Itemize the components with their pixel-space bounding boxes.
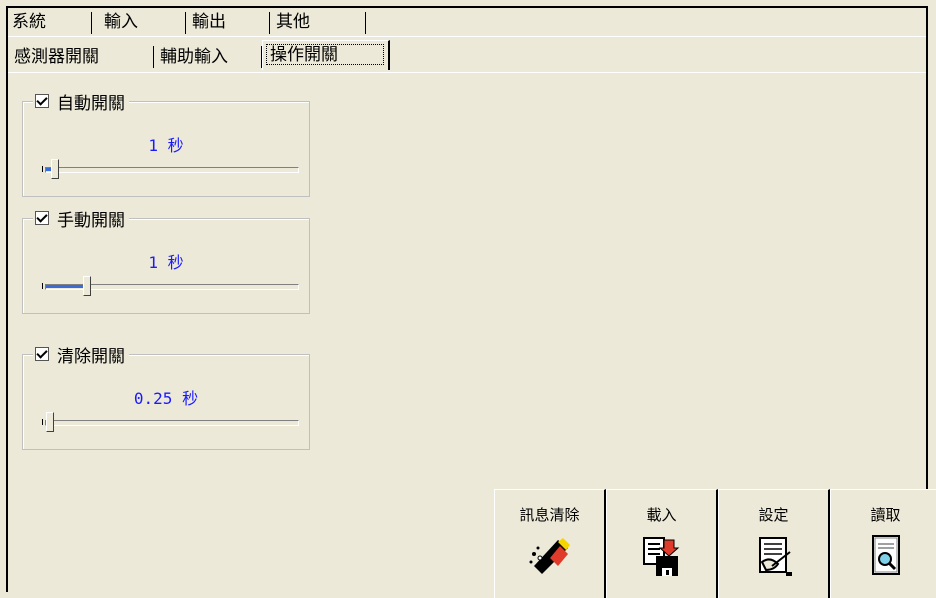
clear-switch-checkbox[interactable]: [35, 347, 49, 361]
eraser-icon: [529, 538, 570, 574]
clear-switch-header[interactable]: 清除開關: [33, 342, 129, 367]
subtab-operation-switch[interactable]: 操作開關: [262, 40, 390, 70]
clear-messages-button[interactable]: 訊息清除: [494, 489, 606, 598]
subtab-sensor-switch-label: 感測器開關: [14, 47, 99, 67]
manual-switch-label: 手動開關: [57, 210, 125, 231]
settings-label: 設定: [758, 506, 789, 524]
clear-messages-label: 訊息清除: [519, 506, 580, 524]
manual-switch-slider-fill: [46, 285, 83, 288]
manual-switch-slider-track[interactable]: [42, 276, 299, 296]
auto-switch-header[interactable]: 自動開關: [33, 89, 129, 114]
tab-strip-underline: [8, 36, 926, 37]
tab-system-label: 系統: [12, 12, 46, 32]
main-tab-strip: 系統 輸入 輸出 其他: [8, 8, 926, 36]
tab-divider: [365, 12, 366, 34]
manual-switch-value: 1 秒: [148, 253, 184, 272]
tab-output[interactable]: 輸出: [188, 8, 270, 36]
tab-other[interactable]: 其他: [272, 8, 366, 36]
tab-divider: [269, 12, 270, 34]
app-window: 系統 輸入 輸出 其他 感測器開關 輔助輸入 操作開關 自動開關 1 秒 手動開…: [6, 6, 936, 598]
focus-rectangle: [266, 44, 384, 65]
slider-tick: [42, 419, 43, 425]
clear-switch-label: 清除開關: [57, 346, 125, 367]
group-manual-switch: 手動開關 1 秒: [22, 206, 310, 314]
write-document-icon: [758, 537, 792, 576]
read-document-icon: [871, 535, 900, 575]
clear-switch-value: 0.25 秒: [133, 389, 199, 408]
tab-output-label: 輸出: [192, 12, 226, 32]
group-auto-switch: 自動開關 1 秒: [22, 89, 310, 197]
auto-switch-slider-track[interactable]: [42, 159, 299, 179]
tab-other-label: 其他: [276, 12, 310, 32]
auto-switch-checkbox[interactable]: [35, 94, 49, 108]
auto-switch-label: 自動開關: [57, 93, 125, 114]
group-clear-switch: 清除開關 0.25 秒: [22, 342, 310, 450]
slider-tick: [42, 283, 43, 289]
sub-tab-strip: 感測器開關 輔助輸入 操作開關: [8, 40, 926, 72]
load-label: 載入: [646, 506, 677, 524]
manual-switch-header[interactable]: 手動開關: [33, 206, 129, 231]
subtab-sensor-switch[interactable]: 感測器開關: [14, 44, 154, 70]
read-label: 讀取: [870, 506, 901, 524]
auto-switch-slider-thumb[interactable]: [51, 159, 59, 179]
tab-divider: [153, 46, 154, 68]
load-button[interactable]: 載入: [606, 489, 718, 598]
tab-divider: [185, 12, 186, 34]
tab-system[interactable]: 系統: [12, 8, 92, 36]
manual-switch-checkbox[interactable]: [35, 211, 49, 225]
read-button[interactable]: 讀取: [830, 489, 936, 598]
clear-switch-slider-thumb[interactable]: [46, 412, 54, 432]
slider-tick: [42, 166, 43, 172]
clear-switch-slider-track[interactable]: [42, 412, 299, 432]
tab-input[interactable]: 輸入: [92, 8, 186, 36]
auto-switch-value: 1 秒: [148, 136, 184, 155]
tab-input-label: 輸入: [104, 12, 138, 32]
settings-button[interactable]: 設定: [718, 489, 830, 598]
subtab-aux-input-label: 輔助輸入: [160, 47, 228, 67]
sub-tab-underline: [8, 72, 926, 73]
manual-switch-slider-thumb[interactable]: [83, 276, 91, 296]
load-document-icon: [642, 537, 679, 576]
subtab-aux-input[interactable]: 輔助輸入: [156, 44, 262, 70]
